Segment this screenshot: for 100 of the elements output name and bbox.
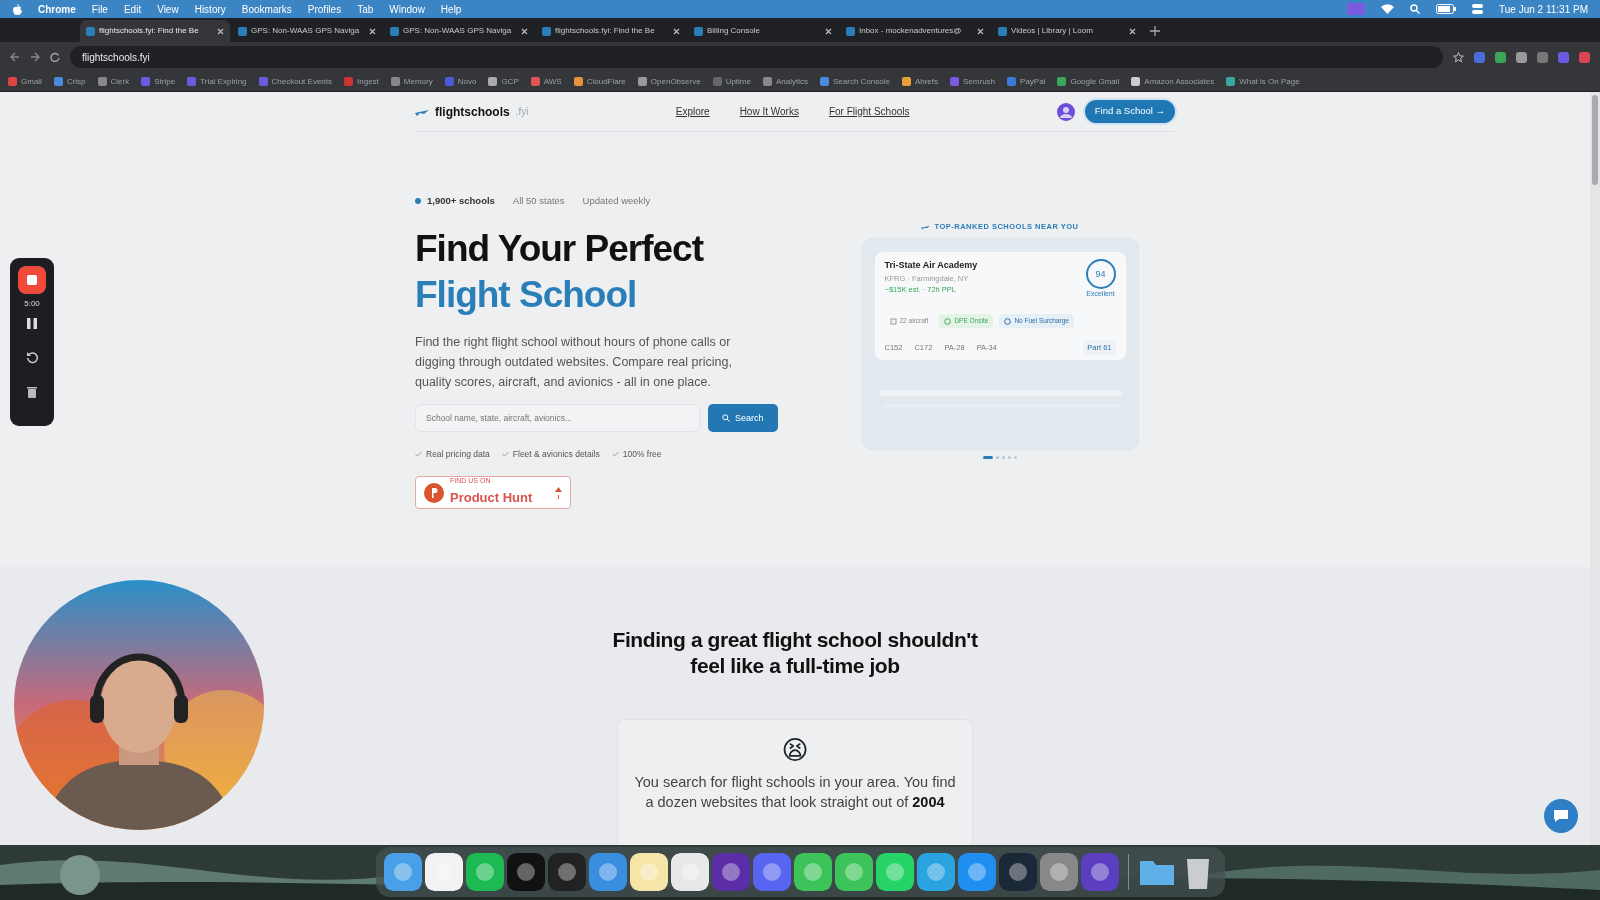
tag-icon bbox=[889, 317, 897, 325]
nav-link[interactable]: Explore bbox=[675, 104, 710, 119]
hero-stat: 1,900+ schools bbox=[427, 194, 495, 208]
check-icon bbox=[415, 451, 422, 458]
browser-tab[interactable]: GPS: Non-WAAS GPS Naviga bbox=[384, 20, 534, 42]
carousel-dot[interactable] bbox=[1002, 456, 1005, 460]
extension-icon[interactable] bbox=[1558, 51, 1569, 63]
bookmark[interactable]: Novo bbox=[444, 75, 477, 88]
address-bar[interactable]: flightschools.fyi bbox=[70, 46, 1443, 68]
close-icon[interactable] bbox=[217, 27, 224, 35]
bookmark[interactable]: Gmail bbox=[8, 75, 42, 88]
delete-icon[interactable] bbox=[27, 386, 37, 398]
close-icon[interactable] bbox=[825, 27, 832, 35]
bookmark[interactable]: GCP bbox=[488, 75, 519, 88]
app-icon[interactable] bbox=[957, 853, 996, 891]
bookmark[interactable]: Checkout Events bbox=[258, 75, 332, 88]
menu-item[interactable]: Window bbox=[389, 1, 425, 17]
menu-item[interactable]: Help bbox=[440, 1, 462, 17]
app-icon[interactable] bbox=[629, 853, 668, 891]
menu-item[interactable]: Edit bbox=[123, 1, 142, 17]
app-icon[interactable] bbox=[465, 853, 504, 891]
restart-icon[interactable] bbox=[25, 351, 39, 364]
stop-button[interactable] bbox=[18, 266, 46, 294]
browser-tab[interactable]: flightschools.fyi: Find the Be bbox=[536, 20, 686, 42]
close-icon[interactable] bbox=[521, 27, 528, 35]
avatar-icon[interactable] bbox=[1056, 102, 1075, 121]
hero-stat: Updated weekly bbox=[582, 194, 651, 208]
hero-description: Find the right flight school without hours of phone calls or digging through outdated websites. Compare real pricing, quality scores, aircraft, and avionics - all in one place. bbox=[415, 334, 733, 392]
bookmark[interactable]: Clerk bbox=[97, 75, 130, 88]
app-icon[interactable] bbox=[793, 853, 832, 891]
menu-item[interactable]: History bbox=[194, 1, 226, 17]
apple-icon[interactable] bbox=[12, 3, 22, 15]
battery-icon[interactable] bbox=[1436, 4, 1457, 14]
star-icon[interactable] bbox=[1453, 51, 1464, 63]
app-icon[interactable] bbox=[383, 853, 422, 891]
bookmark[interactable]: Semrush bbox=[950, 75, 996, 88]
app-icon[interactable] bbox=[752, 853, 791, 891]
extension-icon[interactable] bbox=[1579, 51, 1590, 63]
search-field[interactable]: School name, state, aircraft, avionics... bbox=[415, 404, 700, 433]
bookmark[interactable]: Search Console bbox=[820, 75, 890, 88]
menu-item[interactable]: Tab bbox=[357, 1, 374, 17]
bookmark[interactable]: Crisp bbox=[53, 75, 86, 88]
menu-item[interactable]: Profiles bbox=[307, 1, 342, 17]
find-school-button[interactable]: Find a School → bbox=[1084, 100, 1175, 123]
scrollbar-thumb[interactable] bbox=[1592, 95, 1598, 185]
pause-icon[interactable] bbox=[27, 318, 37, 329]
tag-icon bbox=[1004, 317, 1012, 325]
search-button[interactable]: Search bbox=[708, 404, 778, 433]
bookmark[interactable]: CloudFlare bbox=[573, 75, 626, 88]
bookmark[interactable]: Google Gmail bbox=[1057, 75, 1120, 88]
app-icon[interactable] bbox=[424, 853, 463, 891]
bookmark[interactable]: Memory bbox=[390, 75, 433, 88]
bookmark[interactable]: What is On Page bbox=[1226, 75, 1300, 88]
bookmark[interactable]: OpenObserve bbox=[637, 75, 701, 88]
search-icon[interactable] bbox=[1410, 4, 1421, 14]
new-tab-icon[interactable] bbox=[1150, 26, 1160, 36]
bookmark[interactable]: AWS bbox=[530, 75, 562, 88]
app-icon[interactable] bbox=[670, 853, 709, 891]
app-icon[interactable] bbox=[916, 853, 955, 891]
menu-item[interactable]: Bookmarks bbox=[241, 1, 292, 17]
app-icon[interactable] bbox=[834, 853, 873, 891]
forward-icon[interactable] bbox=[30, 52, 40, 62]
control-center-icon[interactable] bbox=[1472, 4, 1484, 14]
app-icon[interactable] bbox=[1039, 853, 1078, 891]
extension-icon[interactable] bbox=[1537, 51, 1548, 63]
site-logo[interactable]: flightschools .fyi bbox=[415, 102, 529, 121]
carousel-dot[interactable] bbox=[996, 456, 999, 460]
bookmark[interactable]: PayPal bbox=[1007, 75, 1046, 88]
app-icon[interactable] bbox=[875, 853, 914, 891]
nav-link[interactable]: How It Works bbox=[739, 104, 799, 119]
menu-item[interactable]: File bbox=[91, 1, 108, 17]
menu-app-name[interactable]: Chrome bbox=[38, 1, 76, 17]
menu-clock[interactable]: Tue Jun 2 11:31 PM bbox=[1499, 1, 1588, 17]
close-icon[interactable] bbox=[1129, 27, 1136, 35]
menu-item[interactable]: View bbox=[157, 1, 179, 17]
carousel-dot[interactable] bbox=[1008, 456, 1011, 460]
wifi-icon[interactable] bbox=[1381, 4, 1395, 14]
nav-link[interactable]: For Flight Schools bbox=[828, 104, 910, 119]
extension-icon[interactable] bbox=[1474, 51, 1485, 63]
browser-tab[interactable]: Videos | Library | Loom bbox=[992, 20, 1142, 42]
app-icon[interactable] bbox=[588, 853, 627, 891]
browser-tab[interactable]: flightschools.fyi: Find the Be bbox=[80, 20, 230, 42]
close-icon[interactable] bbox=[977, 27, 984, 35]
back-icon[interactable] bbox=[10, 52, 20, 62]
bookmark[interactable]: Uptime bbox=[712, 75, 751, 88]
bookmark[interactable]: Stripe bbox=[141, 75, 176, 88]
close-icon[interactable] bbox=[673, 27, 680, 35]
bookmark[interactable]: Ahrefs bbox=[901, 75, 939, 88]
bookmark[interactable]: Amazon Associates bbox=[1131, 75, 1215, 88]
browser-tab[interactable]: GPS: Non-WAAS GPS Naviga bbox=[232, 20, 382, 42]
close-icon[interactable] bbox=[369, 27, 376, 35]
bookmark[interactable]: Trial Expiring bbox=[187, 75, 247, 88]
bookmark[interactable]: Ingest bbox=[344, 75, 379, 88]
extension-icon[interactable] bbox=[1495, 51, 1506, 63]
extension-icon[interactable] bbox=[1516, 51, 1527, 63]
bookmark[interactable]: Analytics bbox=[762, 75, 808, 88]
browser-tab[interactable]: Inbox - mockenadventures@ bbox=[840, 20, 990, 42]
carousel-dot[interactable] bbox=[1014, 456, 1017, 460]
browser-tab[interactable]: Billing Console bbox=[688, 20, 838, 42]
reload-icon[interactable] bbox=[50, 52, 60, 62]
